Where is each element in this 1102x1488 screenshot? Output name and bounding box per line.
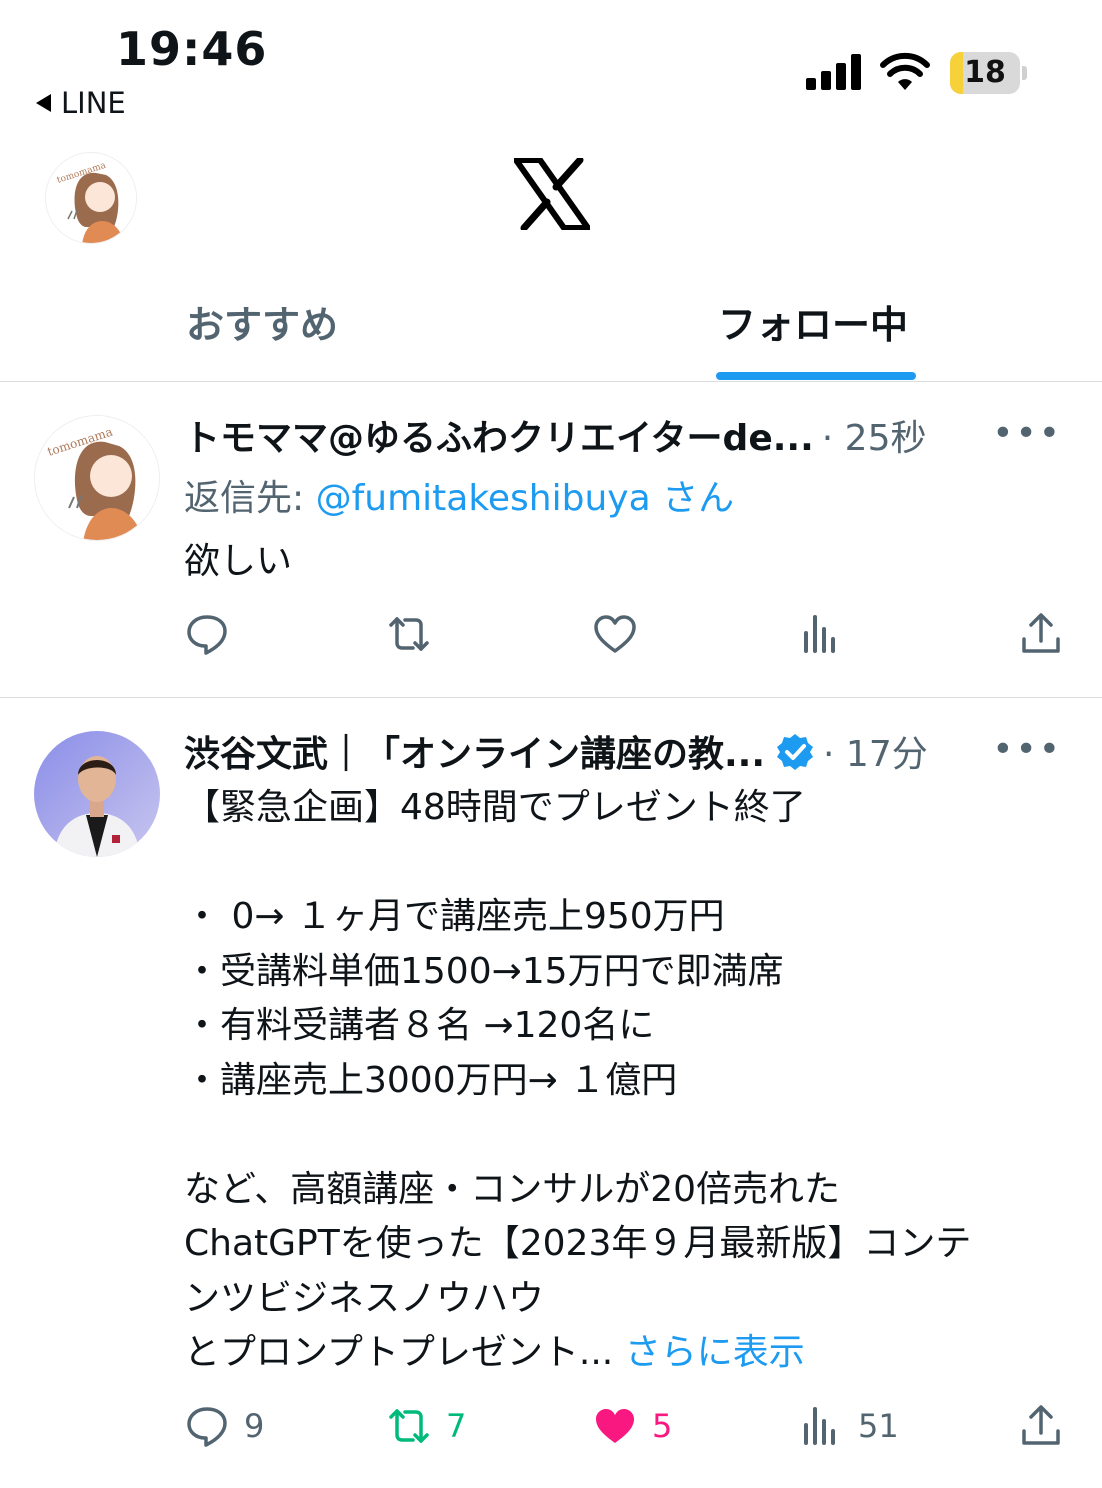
tweet[interactable]: tomomama トモママ@ゆるふわクリエイターde... · 25秒 ••• … <box>0 383 1102 698</box>
cellular-signal-icon <box>806 54 861 90</box>
analytics-icon <box>804 1407 835 1445</box>
back-app-label: LINE <box>61 86 126 120</box>
reply-button[interactable]: 9 <box>184 1403 264 1449</box>
retweet-count: 7 <box>446 1407 467 1445</box>
analytics-icon <box>804 615 835 653</box>
timeline-tabs: おすすめ フォロー中 <box>0 272 1102 382</box>
tweet-header: トモママ@ゆるふわクリエイターde... · 25秒 <box>184 409 926 461</box>
reply-button[interactable] <box>184 611 244 657</box>
tweet-text: 【緊急企画】48時間でプレゼント終了 ・ 0→ １ヶ月で講座売上950万円 ・受… <box>184 781 1074 1381</box>
tab-recommended[interactable]: おすすめ <box>186 294 338 349</box>
heart-icon <box>594 615 636 653</box>
tweet-time[interactable]: · 17分 <box>823 725 928 777</box>
status-time: 19:46 <box>116 22 268 76</box>
more-options-icon[interactable]: ••• <box>992 413 1062 454</box>
like-button[interactable]: 5 <box>592 1403 672 1449</box>
tweet-text: 欲しい <box>184 541 293 582</box>
x-logo-icon[interactable] <box>514 158 590 230</box>
author-name[interactable]: 渋谷文武｜「オンライン講座の教... <box>184 725 765 777</box>
views-button[interactable]: 51 <box>798 1403 899 1449</box>
active-tab-indicator <box>716 372 916 380</box>
reply-to-line: 返信先: @fumitakeshibuya さん <box>184 469 734 521</box>
back-to-app-button[interactable]: LINE <box>36 86 126 120</box>
share-icon <box>1022 1405 1060 1445</box>
like-count: 5 <box>652 1407 673 1445</box>
tweet-actions: 9 7 5 51 <box>184 1403 1064 1453</box>
more-options-icon[interactable]: ••• <box>992 729 1062 770</box>
retweet-icon <box>389 1409 429 1443</box>
share-button[interactable] <box>1018 611 1064 657</box>
verified-badge-icon <box>777 734 814 770</box>
tweet-actions <box>184 611 1064 661</box>
share-button[interactable] <box>1018 1403 1064 1449</box>
heart-filled-icon <box>596 1409 634 1443</box>
author-avatar[interactable] <box>34 731 160 857</box>
views-button[interactable] <box>798 611 858 657</box>
share-icon <box>1022 613 1060 653</box>
tweet[interactable]: 渋谷文武｜「オンライン講座の教... · 17分 ••• 【緊急企画】48時間で… <box>0 699 1102 1488</box>
like-button[interactable] <box>592 611 652 657</box>
reply-suffix: さん <box>650 478 735 519</box>
status-bar: 19:46 LINE 18 <box>0 0 1102 130</box>
reply-handle-link[interactable]: @fumitakeshibuya <box>316 478 651 519</box>
retweet-icon <box>389 617 429 651</box>
retweet-button[interactable]: 7 <box>386 1403 466 1449</box>
tweet-time[interactable]: · 25秒 <box>822 409 927 461</box>
views-count: 51 <box>858 1407 899 1445</box>
show-more-link[interactable]: さらに表示 <box>625 1332 805 1373</box>
battery-indicator: 18 <box>950 52 1028 94</box>
tweet-body: 【緊急企画】48時間でプレゼント終了 ・ 0→ １ヶ月で講座売上950万円 ・受… <box>184 787 972 1373</box>
profile-avatar-icon[interactable]: tomomama <box>45 152 137 244</box>
author-avatar[interactable]: tomomama <box>34 415 160 541</box>
retweet-button[interactable] <box>386 611 446 657</box>
reply-icon <box>187 1407 227 1447</box>
battery-percent: 18 <box>964 55 1006 90</box>
battery-cap <box>1022 66 1027 80</box>
wifi-icon <box>880 52 930 90</box>
reply-count: 9 <box>244 1407 265 1445</box>
author-name[interactable]: トモママ@ゆるふわクリエイターde... <box>184 409 814 461</box>
tab-following[interactable]: フォロー中 <box>718 294 908 349</box>
reply-prefix: 返信先: <box>184 478 316 519</box>
back-triangle-icon <box>36 94 51 112</box>
reply-icon <box>187 615 227 655</box>
tweet-header: 渋谷文武｜「オンライン講座の教... · 17分 <box>184 725 928 777</box>
